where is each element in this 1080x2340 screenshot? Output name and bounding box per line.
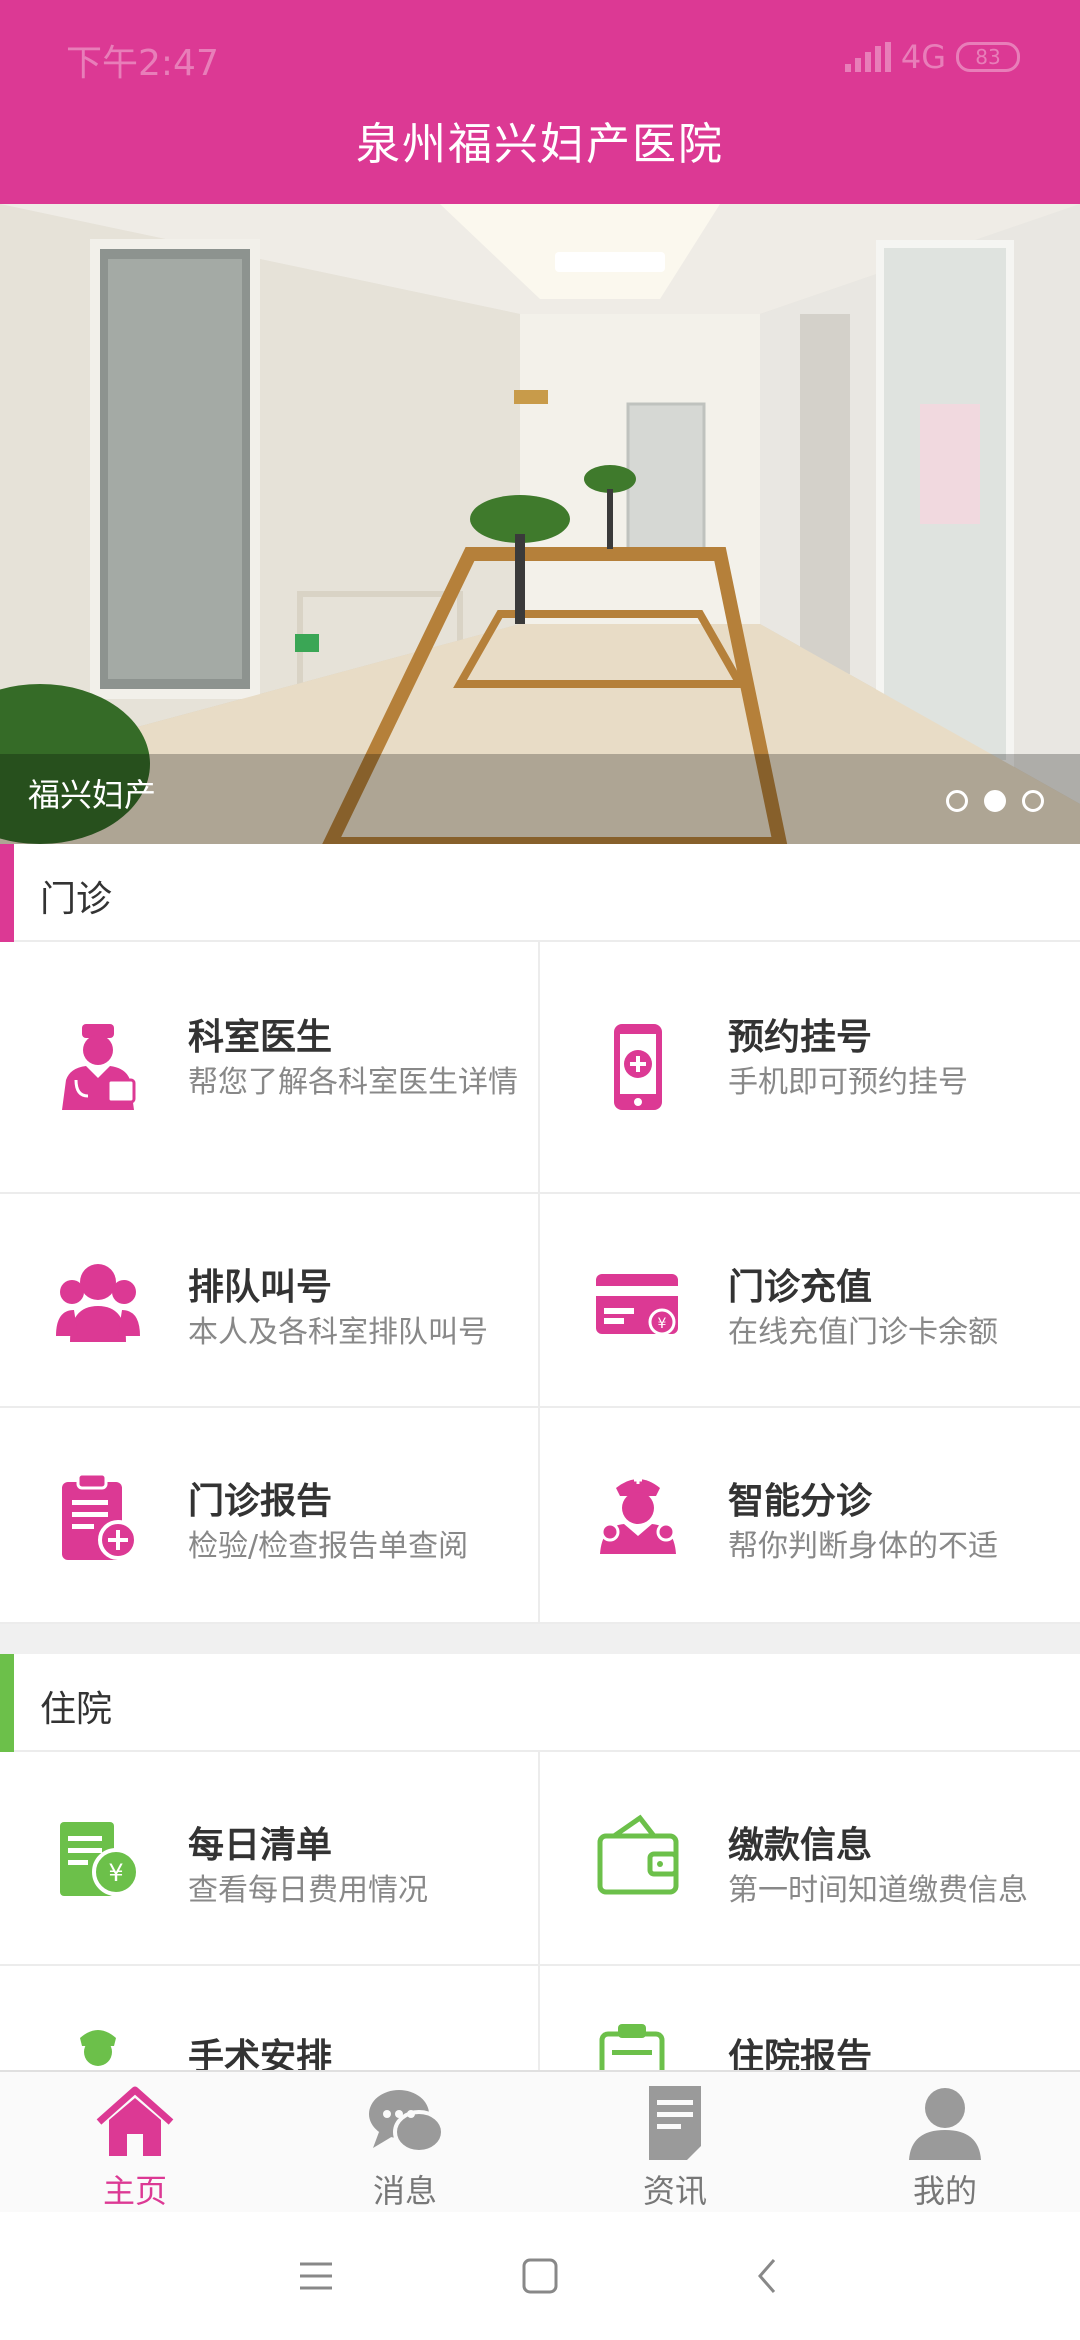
menu-item-title: 缴款信息	[728, 1825, 873, 1866]
section-accent-bar	[0, 1654, 14, 1752]
menu-item-payment-info[interactable]: 缴款信息 第一时间知道缴费信息	[540, 1752, 1080, 1966]
menu-item-description: 帮你判断身体的不适	[728, 1529, 998, 1564]
menu-item-department-doctors[interactable]: 科室医生 帮您了解各科室医生详情	[0, 942, 540, 1194]
tab-label: 主页	[102, 2172, 167, 2210]
carousel-dot[interactable]	[946, 790, 968, 812]
phone-appointment-icon	[614, 1024, 662, 1110]
carousel-indicator	[946, 790, 1044, 812]
menu-item-description: 本人及各科室排队叫号	[188, 1315, 488, 1350]
card-recharge-icon: ¥	[596, 1274, 678, 1336]
menu-item-description: 检验/检查报告单查阅	[188, 1529, 469, 1564]
status-time: 下午2:47	[66, 43, 219, 84]
menu-item-title: 门诊充值	[728, 1267, 873, 1308]
signal-icon	[844, 42, 891, 72]
bottom-tab-bar: 主页 消息 资讯 我的	[0, 2070, 1080, 2212]
tab-profile[interactable]: 我的	[810, 2072, 1080, 2214]
news-document-icon	[649, 2086, 701, 2160]
section-header-inpatient: 住院	[0, 1654, 1080, 1752]
page-title: 泉州福兴妇产医院	[356, 119, 724, 170]
home-square-icon[interactable]	[510, 2246, 570, 2306]
menu-item-daily-bill[interactable]: ¥ 每日清单 查看每日费用情况	[0, 1752, 540, 1966]
banner-caption-bar	[0, 754, 1080, 844]
svg-text:¥: ¥	[108, 1859, 123, 1887]
menu-item-title: 每日清单	[188, 1825, 333, 1866]
menu-item-title: 门诊报告	[188, 1481, 333, 1522]
menu-item-description: 查看每日费用情况	[188, 1873, 428, 1908]
svg-text:¥: ¥	[658, 1316, 667, 1332]
tab-label: 我的	[912, 2172, 977, 2210]
menu-item-title: 排队叫号	[188, 1267, 333, 1308]
carousel-dot[interactable]	[1022, 790, 1044, 812]
menu-item-title: 手术安排	[188, 2037, 333, 2070]
doctor-icon	[62, 1024, 136, 1110]
system-navigation-bar	[0, 2212, 1080, 2340]
wallet-icon	[597, 1814, 679, 1895]
menu-item-title: 预约挂号	[728, 1017, 873, 1058]
back-icon[interactable]	[738, 2246, 798, 2306]
banner-caption: 福兴妇产	[28, 776, 157, 814]
tab-messages[interactable]: 消息	[270, 2072, 540, 2214]
menu-item-queue-calling[interactable]: 排队叫号 本人及各科室排队叫号	[0, 1194, 540, 1408]
battery-icon: 83	[956, 42, 1020, 72]
daily-bill-icon: ¥	[60, 1822, 140, 1896]
section-accent-bar	[0, 844, 14, 942]
menu-item-description: 帮您了解各科室医生详情	[188, 1065, 518, 1100]
report-clipboard-icon	[62, 1472, 138, 1560]
battery-level: 83	[975, 45, 1001, 69]
surgeon-icon	[80, 2030, 116, 2066]
menu-item-inpatient-report[interactable]: 住院报告	[540, 1966, 1080, 2070]
tab-news[interactable]: 资讯	[540, 2072, 810, 2214]
menu-item-title: 智能分诊	[728, 1481, 873, 1522]
inpatient-report-icon	[599, 2024, 665, 2070]
menu-item-outpatient-recharge[interactable]: ¥ 门诊充值 在线充值门诊卡余额	[540, 1194, 1080, 1408]
status-bar: 下午2:47 4G 83	[0, 0, 1080, 110]
triage-nurse-icon	[600, 1476, 676, 1554]
home-icon	[96, 2086, 174, 2156]
menu-icon[interactable]	[286, 2246, 346, 2306]
menu-item-description: 在线充值门诊卡余额	[728, 1315, 998, 1350]
menu-item-appointment[interactable]: 预约挂号 手机即可预约挂号	[540, 942, 1080, 1194]
menu-item-surgery-schedule[interactable]: 手术安排	[0, 1966, 540, 2070]
menu-item-title: 住院报告	[728, 2037, 873, 2070]
section-header-outpatient: 门诊	[0, 844, 1080, 942]
network-type: 4G	[900, 38, 946, 76]
menu-item-description: 手机即可预约挂号	[728, 1065, 968, 1100]
user-profile-icon	[909, 2088, 981, 2160]
tab-label: 资讯	[642, 2172, 707, 2210]
banner-carousel[interactable]: 福兴妇产	[0, 204, 1080, 844]
menu-item-title: 科室医生	[188, 1017, 333, 1058]
banner-photo	[0, 204, 1080, 844]
tab-home[interactable]: 主页	[0, 2072, 270, 2214]
menu-item-description: 第一时间知道缴费信息	[728, 1873, 1028, 1908]
chat-bubbles-icon	[369, 2090, 445, 2154]
carousel-dot-active[interactable]	[984, 790, 1006, 812]
section-title: 门诊	[40, 879, 113, 920]
section-title: 住院	[40, 1689, 113, 1730]
menu-item-smart-triage[interactable]: 智能分诊 帮你判断身体的不适	[540, 1408, 1080, 1624]
queue-people-icon	[56, 1264, 140, 1342]
status-indicators: 4G 83	[844, 38, 1020, 76]
section-divider	[0, 1624, 1080, 1654]
tab-label: 消息	[372, 2172, 437, 2210]
app-header: 下午2:47 4G 83 泉州福兴妇产医院	[0, 0, 1080, 204]
menu-item-outpatient-report[interactable]: 门诊报告 检验/检查报告单查阅	[0, 1408, 540, 1624]
